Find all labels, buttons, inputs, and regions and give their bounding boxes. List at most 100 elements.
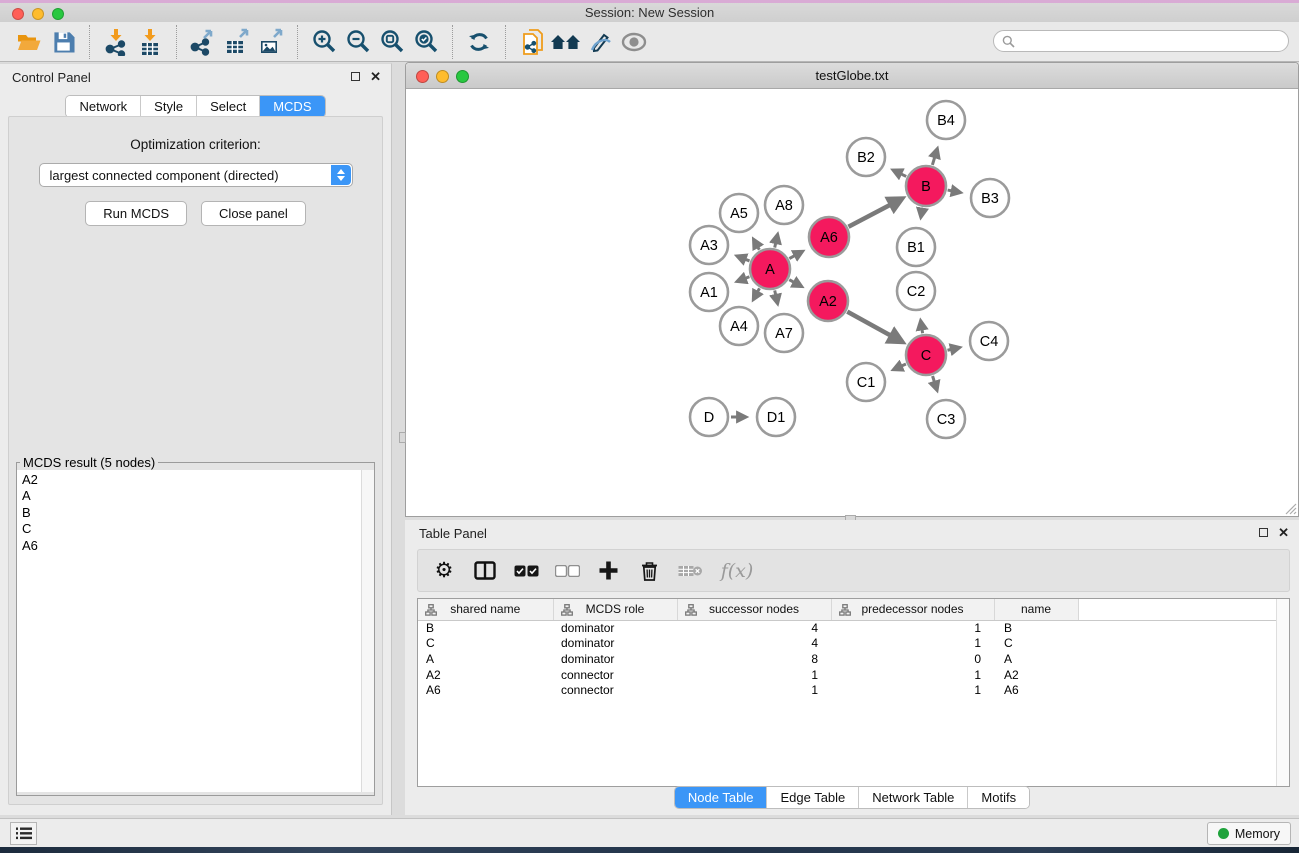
vertical-splitter-handle[interactable] xyxy=(399,432,406,443)
float-panel-icon[interactable] xyxy=(351,72,360,81)
node-C[interactable]: C xyxy=(906,335,946,375)
clone-network-icon[interactable] xyxy=(515,26,549,58)
column-header-name[interactable]: name xyxy=(994,599,1078,620)
node-A[interactable]: A xyxy=(750,249,790,289)
import-table-icon[interactable] xyxy=(133,26,167,58)
node-C2[interactable]: C2 xyxy=(897,272,935,310)
node-A4[interactable]: A4 xyxy=(720,307,758,345)
edge-C-C4[interactable] xyxy=(947,348,959,351)
close-panel-button[interactable]: Close panel xyxy=(201,201,306,226)
task-history-button[interactable] xyxy=(10,822,37,845)
result-item[interactable]: B xyxy=(17,505,374,521)
tab-edge-table[interactable]: Edge Table xyxy=(766,787,858,808)
run-mcds-button[interactable]: Run MCDS xyxy=(85,201,187,226)
edge-A-A3[interactable] xyxy=(737,256,750,261)
edge-B-B1[interactable] xyxy=(921,208,923,218)
node-B4[interactable]: B4 xyxy=(927,101,965,139)
edge-A-A8[interactable] xyxy=(775,234,778,247)
column-header-mcds-role[interactable]: MCDS role xyxy=(553,599,677,620)
tab-mcds[interactable]: MCDS xyxy=(259,96,324,117)
delete-column-trash-icon[interactable] xyxy=(635,557,663,585)
table-row[interactable]: A6connector11A6 xyxy=(418,682,1289,698)
tab-style[interactable]: Style xyxy=(140,96,196,117)
node-A8[interactable]: A8 xyxy=(765,186,803,224)
export-image-icon[interactable] xyxy=(254,26,288,58)
search-input[interactable] xyxy=(1020,32,1288,50)
table-row[interactable]: Bdominator41B xyxy=(418,620,1289,636)
node-B[interactable]: B xyxy=(906,166,946,206)
table-settings-gear-icon[interactable]: ⚙ xyxy=(430,557,458,585)
result-item[interactable]: A6 xyxy=(17,538,374,554)
edge-B-B2[interactable] xyxy=(893,170,906,176)
zoom-selected-icon[interactable] xyxy=(409,26,443,58)
import-network-icon[interactable] xyxy=(99,26,133,58)
result-item[interactable]: C xyxy=(17,521,374,537)
search-field[interactable] xyxy=(993,30,1289,52)
tab-network[interactable]: Network xyxy=(66,96,140,117)
node-table[interactable]: shared nameMCDS rolesuccessor nodesprede… xyxy=(417,598,1290,787)
export-network-icon[interactable] xyxy=(186,26,220,58)
node-A1[interactable]: A1 xyxy=(690,273,728,311)
node-A3[interactable]: A3 xyxy=(690,226,728,264)
edge-C-C3[interactable] xyxy=(933,376,937,390)
edge-C-C2[interactable] xyxy=(921,321,923,334)
close-panel-icon[interactable]: ✕ xyxy=(370,71,381,82)
edge-A-A6[interactable] xyxy=(789,251,802,258)
edge-A-A4[interactable] xyxy=(753,288,759,299)
node-C4[interactable]: C4 xyxy=(970,322,1008,360)
tab-node-table[interactable]: Node Table xyxy=(675,787,767,808)
memory-button[interactable]: Memory xyxy=(1207,822,1291,845)
node-B1[interactable]: B1 xyxy=(897,228,935,266)
open-session-icon[interactable] xyxy=(12,26,46,58)
network-canvas-area[interactable]: B4B2BB3B1A5A8A3A6AA1C2A4A7A2C4CC1DD1C3 xyxy=(406,89,1298,516)
node-A5[interactable]: A5 xyxy=(720,194,758,232)
column-header-shared-name[interactable]: shared name xyxy=(418,599,553,620)
export-table-icon[interactable] xyxy=(220,26,254,58)
refresh-icon[interactable] xyxy=(462,26,496,58)
edge-A-A2[interactable] xyxy=(789,280,801,287)
node-D1[interactable]: D1 xyxy=(757,398,795,436)
result-list-scrollbar[interactable] xyxy=(361,470,374,792)
column-header-predecessor-nodes[interactable]: predecessor nodes xyxy=(831,599,994,620)
criterion-dropdown[interactable]: largest connected component (directed) xyxy=(39,163,353,187)
zoom-in-icon[interactable] xyxy=(307,26,341,58)
tab-select[interactable]: Select xyxy=(196,96,259,117)
home-icon[interactable] xyxy=(549,26,583,58)
float-table-panel-icon[interactable] xyxy=(1259,528,1268,537)
deselect-all-rows-icon[interactable] xyxy=(553,557,581,585)
result-item[interactable]: A2 xyxy=(17,472,374,488)
node-A7[interactable]: A7 xyxy=(765,314,803,352)
node-C1[interactable]: C1 xyxy=(847,363,885,401)
hide-annotations-icon[interactable] xyxy=(583,26,617,58)
result-item[interactable]: A xyxy=(17,488,374,504)
node-D[interactable]: D xyxy=(690,398,728,436)
edge-B-B4[interactable] xyxy=(932,149,937,165)
show-hide-graphics-icon[interactable] xyxy=(617,26,651,58)
edge-A-A1[interactable] xyxy=(737,277,749,282)
network-window-titlebar[interactable]: testGlobe.txt xyxy=(406,63,1298,89)
zoom-fit-icon[interactable] xyxy=(375,26,409,58)
edge-C-C1[interactable] xyxy=(893,364,906,370)
table-scrollbar[interactable] xyxy=(1276,599,1289,786)
create-column-plus-icon[interactable] xyxy=(594,557,622,585)
table-row[interactable]: Adominator80A xyxy=(418,651,1289,667)
table-row[interactable]: Cdominator41C xyxy=(418,636,1289,652)
node-B2[interactable]: B2 xyxy=(847,138,885,176)
table-row[interactable]: A2connector11A2 xyxy=(418,667,1289,683)
window-resize-grip[interactable] xyxy=(1284,502,1297,515)
edge-A-A7[interactable] xyxy=(775,290,778,303)
edge-B-B3[interactable] xyxy=(948,190,961,192)
edge-A6-B[interactable] xyxy=(848,199,902,227)
save-session-icon[interactable] xyxy=(46,26,80,58)
edge-A2-C[interactable] xyxy=(847,312,902,342)
close-table-panel-icon[interactable]: ✕ xyxy=(1278,527,1289,538)
node-B3[interactable]: B3 xyxy=(971,179,1009,217)
node-C3[interactable]: C3 xyxy=(927,400,965,438)
tab-network-table[interactable]: Network Table xyxy=(858,787,967,808)
select-all-rows-icon[interactable] xyxy=(512,557,540,585)
column-header-successor-nodes[interactable]: successor nodes xyxy=(677,599,831,620)
edge-A-A5[interactable] xyxy=(754,239,760,250)
zoom-out-icon[interactable] xyxy=(341,26,375,58)
show-columns-icon[interactable] xyxy=(471,557,499,585)
node-A2[interactable]: A2 xyxy=(808,281,848,321)
